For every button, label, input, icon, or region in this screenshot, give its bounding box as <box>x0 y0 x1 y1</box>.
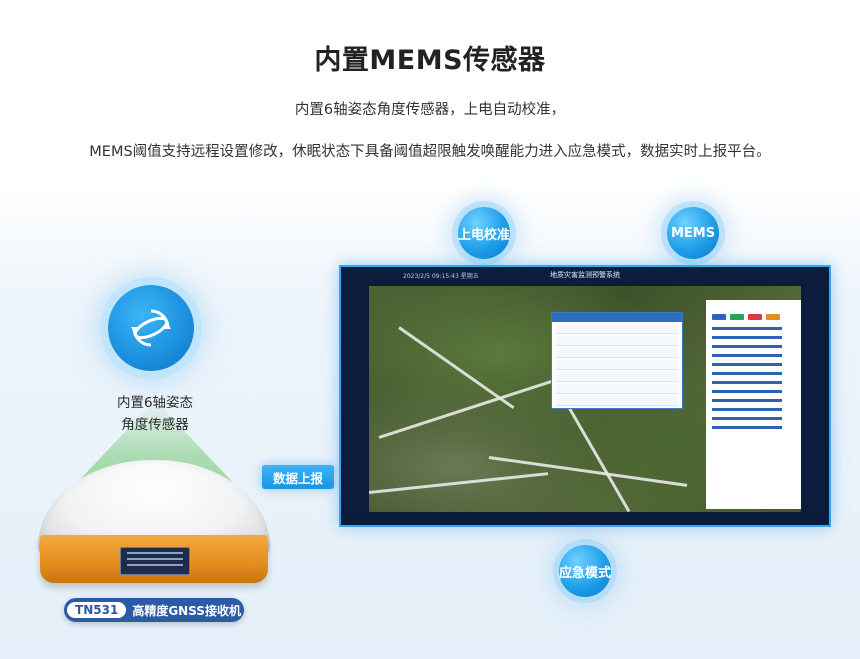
mems-label: MEMS <box>670 225 716 241</box>
platform-timestamp: 2023/2/5 09:15:43 星期五 <box>403 273 479 280</box>
rotation-sensor-icon <box>108 285 194 371</box>
platform-topbar: 2023/2/5 09:15:43 星期五 地质灾害监测预警系统 <box>341 267 825 283</box>
map-road <box>369 472 549 494</box>
sensor-label-line-2: 角度传感器 <box>121 417 189 433</box>
sensor-label: 内置6轴姿态 角度传感器 <box>100 392 210 436</box>
device-tag: TN531 高精度GNSS接收机 <box>64 598 244 622</box>
satellite-map <box>369 286 801 512</box>
receiver-base <box>40 535 268 583</box>
map-road <box>488 456 688 487</box>
page-title: 内置MEMS传感器 <box>314 45 546 76</box>
mems-bubble: MEMS <box>667 207 719 259</box>
platform-left-rail <box>345 287 365 511</box>
gyro-icon <box>131 309 171 347</box>
subtitle-line-2: MEMS阈值支持远程设置修改，休眠状态下具备阈值超限触发唤醒能力进入应急模式，数… <box>89 144 771 160</box>
calibrate-label: 上电校准 <box>458 227 511 243</box>
device-name: 高精度GNSS接收机 <box>132 603 241 618</box>
map-road <box>398 326 515 410</box>
subtitle-line-1: 内置6轴姿态角度传感器，上电自动校准， <box>294 102 566 118</box>
warning-list-panel <box>706 300 801 509</box>
emergency-label: 应急模式 <box>559 565 612 581</box>
platform-right-rail <box>805 287 825 511</box>
device-info-popup <box>551 312 683 409</box>
sensor-label-line-1: 内置6轴姿态 <box>116 395 194 411</box>
map-road <box>567 406 631 512</box>
platform-screenshot: 2023/2/5 09:15:43 星期五 地质灾害监测预警系统 <box>339 265 831 527</box>
emergency-bubble: 应急模式 <box>559 545 611 597</box>
calibrate-bubble: 上电校准 <box>458 207 510 259</box>
device-model: TN531 <box>67 602 127 618</box>
platform-title: 地质灾害监测预警系统 <box>550 271 620 279</box>
receiver-label-panel <box>120 547 190 575</box>
upload-badge: 数据上报 <box>262 465 334 489</box>
